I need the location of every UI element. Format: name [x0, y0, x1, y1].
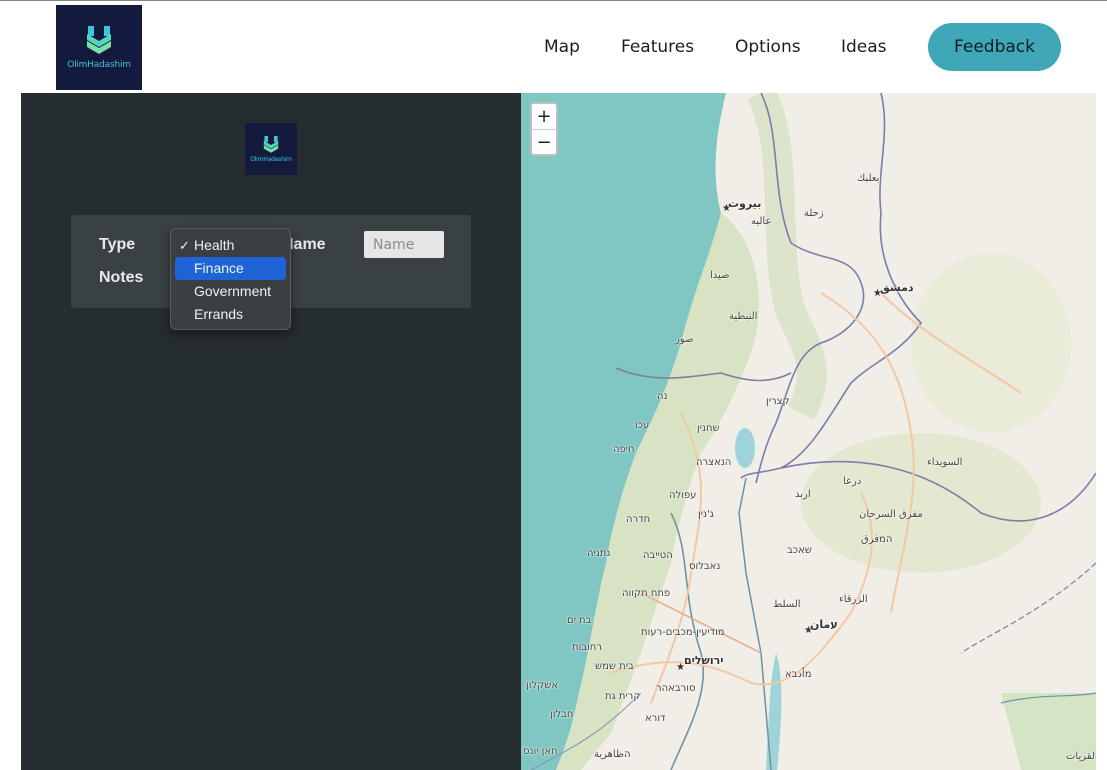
name-input[interactable]: [364, 231, 444, 258]
map-label: רחובות: [572, 642, 602, 653]
map-label: دمشق: [880, 281, 914, 294]
map-label: הטייבה: [643, 550, 673, 561]
map-label: חבלון: [550, 709, 574, 720]
type-option-finance[interactable]: Finance: [175, 257, 286, 280]
map-label: עפולה: [669, 490, 697, 501]
sea-of-galilee: [735, 428, 755, 468]
zoom-control: + −: [530, 102, 558, 156]
option-label: Health: [194, 237, 235, 253]
map-label: המفرق: [861, 534, 893, 545]
map-label: נה: [657, 391, 668, 402]
map-label: עכו: [635, 420, 650, 431]
type-select-menu[interactable]: ✓ Health Finance Government Errands: [170, 228, 291, 330]
option-label: Errands: [194, 306, 244, 322]
map-label: صيدا: [710, 270, 730, 281]
type-option-health[interactable]: ✓ Health: [175, 234, 286, 257]
map-label: ירושלים: [684, 654, 724, 667]
map-label: مفرق السرحان: [859, 509, 923, 520]
map-label: النبطية: [729, 311, 758, 322]
map-label: السلط: [773, 599, 801, 610]
map-label: الزرقاء: [839, 594, 868, 605]
map-label: القريات: [1066, 751, 1096, 762]
panel-logo-text: OlimHadashim: [250, 155, 292, 163]
type-option-government[interactable]: Government: [175, 280, 286, 303]
dead-sea: [766, 653, 782, 770]
map-label: السويداء: [927, 457, 963, 468]
nav-map[interactable]: Map: [544, 37, 580, 57]
map-label: מأدבא: [785, 669, 812, 680]
option-label: Government: [194, 283, 272, 299]
map-label: קרית גת: [605, 691, 641, 702]
brand-logo[interactable]: OlimHadashim: [56, 5, 142, 90]
map-view[interactable]: + − ★ بيروت بعلبك زحلة عاليه صيدا النبطي…: [521, 93, 1096, 770]
map-label: הظاهرية: [594, 749, 631, 760]
map-label: שאכב: [787, 545, 812, 556]
map-label: עمان: [810, 618, 838, 631]
notes-label: Notes: [99, 269, 144, 286]
map-label: חאן יונס: [523, 746, 558, 757]
map-label: زحلة: [804, 208, 824, 219]
map-label: درعا: [843, 476, 862, 487]
nav-features[interactable]: Features: [621, 37, 694, 57]
map-label: נאבלוס: [689, 561, 721, 572]
chevrons-logo-icon: [263, 135, 279, 153]
zoom-in-button[interactable]: +: [532, 104, 556, 129]
nav-options[interactable]: Options: [735, 37, 801, 57]
map-label: פתח תקווה: [622, 588, 671, 599]
map-label: صور: [675, 334, 694, 345]
map-label: קצרין: [766, 396, 790, 407]
option-label: Finance: [194, 260, 244, 276]
type-label: Type: [99, 236, 136, 253]
sidebar-panel: OlimHadashim Type Name Notes: [21, 93, 521, 770]
chevrons-logo-icon: [87, 25, 111, 54]
map-label: ג'נין: [698, 509, 714, 520]
map-label: שחנין: [697, 423, 720, 434]
zoom-out-button[interactable]: −: [532, 129, 556, 154]
map-label: בת ים: [567, 615, 592, 626]
map-label: סורבאהר: [656, 683, 696, 694]
map-label: בית שמש: [595, 661, 634, 672]
logo-text: OlimHadashim: [67, 59, 131, 70]
map-label: بيروت: [728, 197, 762, 210]
map-label: חדרה: [626, 514, 651, 525]
checkmark-icon: ✓: [179, 238, 190, 253]
map-label: عاليه: [751, 216, 772, 227]
feedback-button[interactable]: Feedback: [928, 23, 1061, 71]
site-header: OlimHadashim Map Features Options Ideas …: [0, 1, 1107, 93]
map-label: מודיעין-מכבים-רעות: [641, 627, 725, 638]
map-label: אשקלון: [526, 680, 558, 691]
panel-logo: OlimHadashim: [245, 123, 297, 175]
map-label: דורא: [645, 713, 666, 724]
map-label: اربد: [795, 489, 811, 500]
type-option-errands[interactable]: Errands: [175, 303, 286, 326]
map-label: חיפה: [613, 444, 635, 455]
nav-ideas[interactable]: Ideas: [841, 37, 887, 57]
map-label: הנאצרה: [696, 457, 732, 468]
map-label: נתניה: [587, 548, 611, 559]
map-label: بعلبك: [857, 173, 880, 184]
